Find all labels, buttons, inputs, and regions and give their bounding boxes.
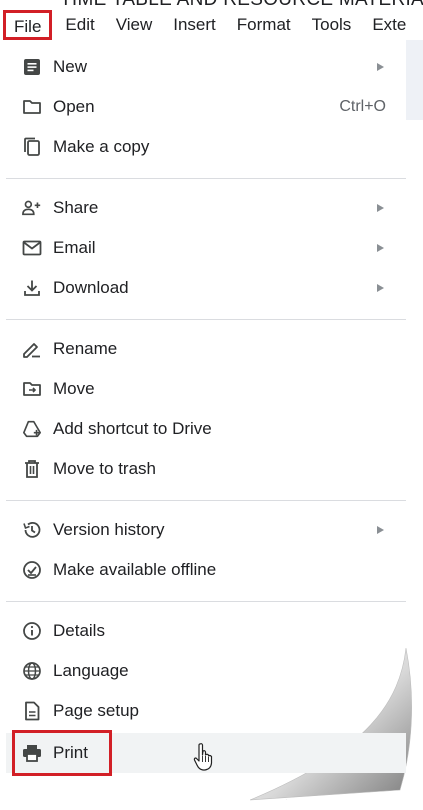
menu-item-move[interactable]: Move [6, 369, 406, 409]
document-edge [405, 40, 423, 120]
menu-item-add-shortcut[interactable]: Add shortcut to Drive [6, 409, 406, 449]
menu-divider [6, 319, 406, 320]
offline-check-icon [22, 560, 42, 580]
menu-item-label: Add shortcut to Drive [53, 419, 212, 438]
menu-file[interactable]: File [3, 10, 53, 40]
menu-item-move-to-trash[interactable]: Move to trash [6, 449, 406, 489]
menu-item-label: Page setup [53, 701, 140, 720]
menu-tools[interactable]: Tools [301, 10, 362, 40]
folder-icon [22, 97, 42, 117]
menu-item-make-copy[interactable]: Make a copy [6, 127, 406, 167]
submenu-arrow-icon [377, 526, 384, 534]
download-icon [22, 278, 42, 298]
trash-icon [22, 459, 42, 479]
history-icon [22, 520, 42, 540]
submenu-arrow-icon [377, 284, 384, 292]
menu-item-details[interactable]: Details [6, 611, 406, 651]
menu-format[interactable]: Format [226, 10, 301, 40]
rename-pencil-icon [22, 339, 42, 359]
menu-item-label: New [53, 57, 88, 76]
submenu-arrow-icon [377, 204, 384, 212]
hand-cursor-icon [193, 743, 213, 771]
menu-divider [6, 601, 406, 602]
menu-edit[interactable]: Edit [54, 10, 104, 40]
document-title-strip: TIME TABLE AND RESOURCE MATERIAL [0, 0, 423, 10]
menu-item-label: Open [53, 97, 95, 116]
menu-item-label: Download [53, 278, 129, 297]
menu-divider [6, 500, 406, 501]
move-folder-icon [22, 379, 42, 399]
menu-item-new[interactable]: New [6, 47, 406, 87]
menu-item-download[interactable]: Download [6, 268, 406, 308]
menu-item-label: Share [53, 198, 99, 217]
menu-item-make-offline[interactable]: Make available offline [6, 550, 406, 590]
menu-item-share[interactable]: Share [6, 188, 406, 228]
copy-icon [22, 137, 42, 157]
menu-item-open[interactable]: Open Ctrl+O [6, 87, 406, 127]
menu-item-label: Language [53, 661, 129, 680]
shortcut-text: Ctrl+O [339, 98, 386, 115]
document-title: TIME TABLE AND RESOURCE MATERIAL [60, 0, 423, 10]
menu-insert[interactable]: Insert [162, 10, 226, 40]
menu-item-label: Make available offline [53, 560, 217, 579]
submenu-arrow-icon [377, 244, 384, 252]
menu-item-email[interactable]: Email [6, 228, 406, 268]
menu-bar: File Edit View Insert Format Tools Exte [0, 10, 423, 40]
menu-item-label: Version history [53, 520, 165, 539]
drive-shortcut-icon [22, 419, 42, 439]
menu-extensions[interactable]: Exte [361, 10, 416, 40]
mail-icon [22, 238, 42, 258]
menu-item-label: Rename [53, 339, 118, 358]
menu-item-label: Move to trash [53, 459, 156, 478]
print-highlight-box [12, 730, 112, 776]
menu-item-label: Email [53, 238, 96, 257]
document-icon [22, 57, 42, 77]
menu-item-page-setup[interactable]: Page setup [6, 691, 406, 731]
submenu-arrow-icon [377, 63, 384, 71]
info-icon [22, 621, 42, 641]
menu-item-version-history[interactable]: Version history [6, 510, 406, 550]
menu-item-label: Move [53, 379, 95, 398]
menu-view[interactable]: View [105, 10, 163, 40]
globe-icon [22, 661, 42, 681]
menu-item-label: Details [53, 621, 105, 640]
menu-item-language[interactable]: Language [6, 651, 406, 691]
page-icon [22, 701, 42, 721]
menu-item-rename[interactable]: Rename [6, 329, 406, 369]
menu-divider [6, 178, 406, 179]
menu-item-label: Make a copy [53, 137, 150, 156]
share-person-add-icon [22, 198, 42, 218]
